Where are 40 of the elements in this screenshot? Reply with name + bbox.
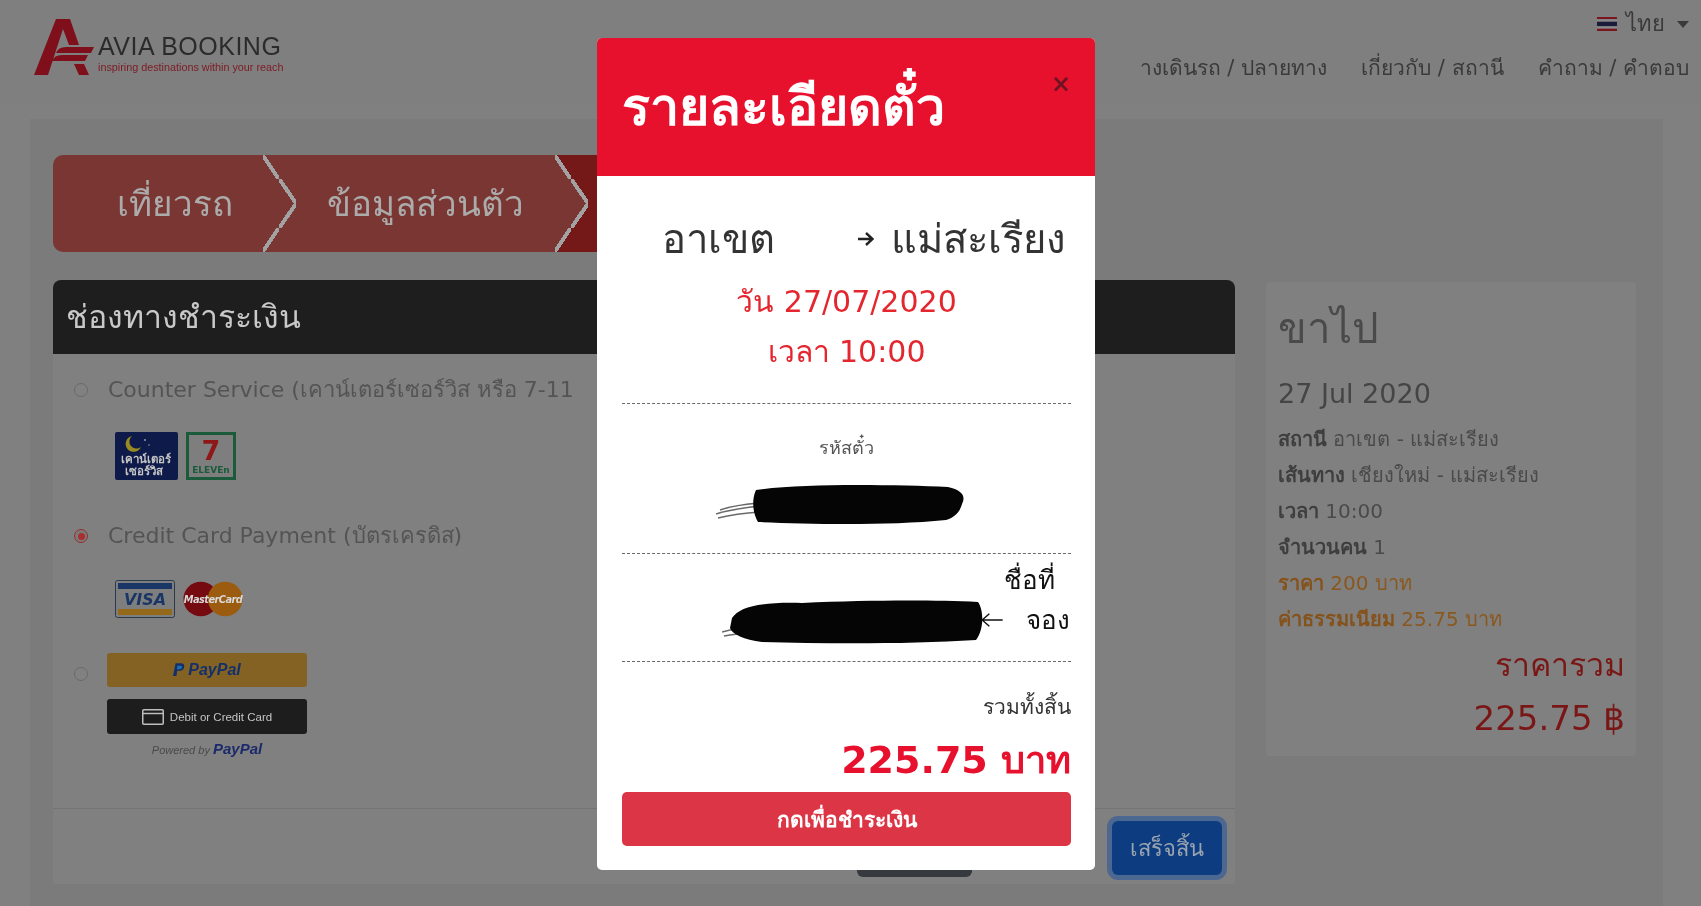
pay-button[interactable]: กดเพื่อชำระเงิน [622,792,1071,846]
logo-mark-icon [34,19,94,76]
travel-time: เวลา 10:00 [767,333,926,371]
nav-link[interactable]: เกี่ยวกับ / สถานี [1361,53,1504,83]
radio-button[interactable] [74,529,88,543]
total-amount: 225.75 ฿ [1473,697,1625,740]
paypal-p-icon [173,663,186,677]
hand-drawn-arrow-icon [980,612,1004,628]
destination-city: แม่สะเรียง [891,215,1066,264]
origin-city: อาเขต [662,215,775,264]
total-amount: 225.75 บาท [841,737,1071,784]
panel-title: ช่องทางชำระเงิน [66,297,301,338]
handwritten-note: จอง [1026,604,1070,637]
total-label: ราคารวม [1495,645,1625,686]
language-dropdown[interactable]: ไทย [1597,9,1689,39]
paypal-button[interactable]: PayPal [107,653,307,687]
trip-date: 27 Jul 2020 [1278,377,1431,411]
counter-service-logo: เคาน์เตอร์ เซอร์วิส [115,432,178,480]
detail-line: ราคา 200 บาท [1278,570,1412,597]
detail-line: ค่าธรรมเนียม 25.75 บาท [1278,606,1502,633]
partly-hidden-button[interactable] [857,870,972,877]
seven-eleven-logo: 7 ELEVEn [186,432,236,480]
close-button[interactable]: × [1050,71,1071,97]
progress-step: ข้อมูลส่วนตัว [279,155,571,252]
travel-date: วัน 27/07/2020 [736,283,957,321]
credit-card-icon [141,708,164,725]
total-label: รวมทั้งสิ้น [983,692,1071,722]
mastercard-logo: MasterCard [183,580,243,618]
nav-link[interactable]: คำถาม / คำตอบ [1537,53,1689,83]
nav-link[interactable]: างเดินรถ / ปลายทาง [1139,53,1328,83]
logo-tagline: inspiring destinations within your reach [98,60,284,74]
arrow-right-icon [857,231,875,247]
visa-logo: VISA [115,580,175,618]
progress-step: เที่ยวรถ [53,155,279,252]
logo-text: AVIA BOOKING [98,33,283,59]
debit-card-button[interactable]: Debit or Credit Card [107,699,307,734]
ticket-code-label: รหัสตั๋ว [819,434,874,462]
flag-icon [1597,17,1617,31]
handwritten-note: ชื่อที่ [1004,560,1070,600]
caret-icon [1677,20,1689,28]
